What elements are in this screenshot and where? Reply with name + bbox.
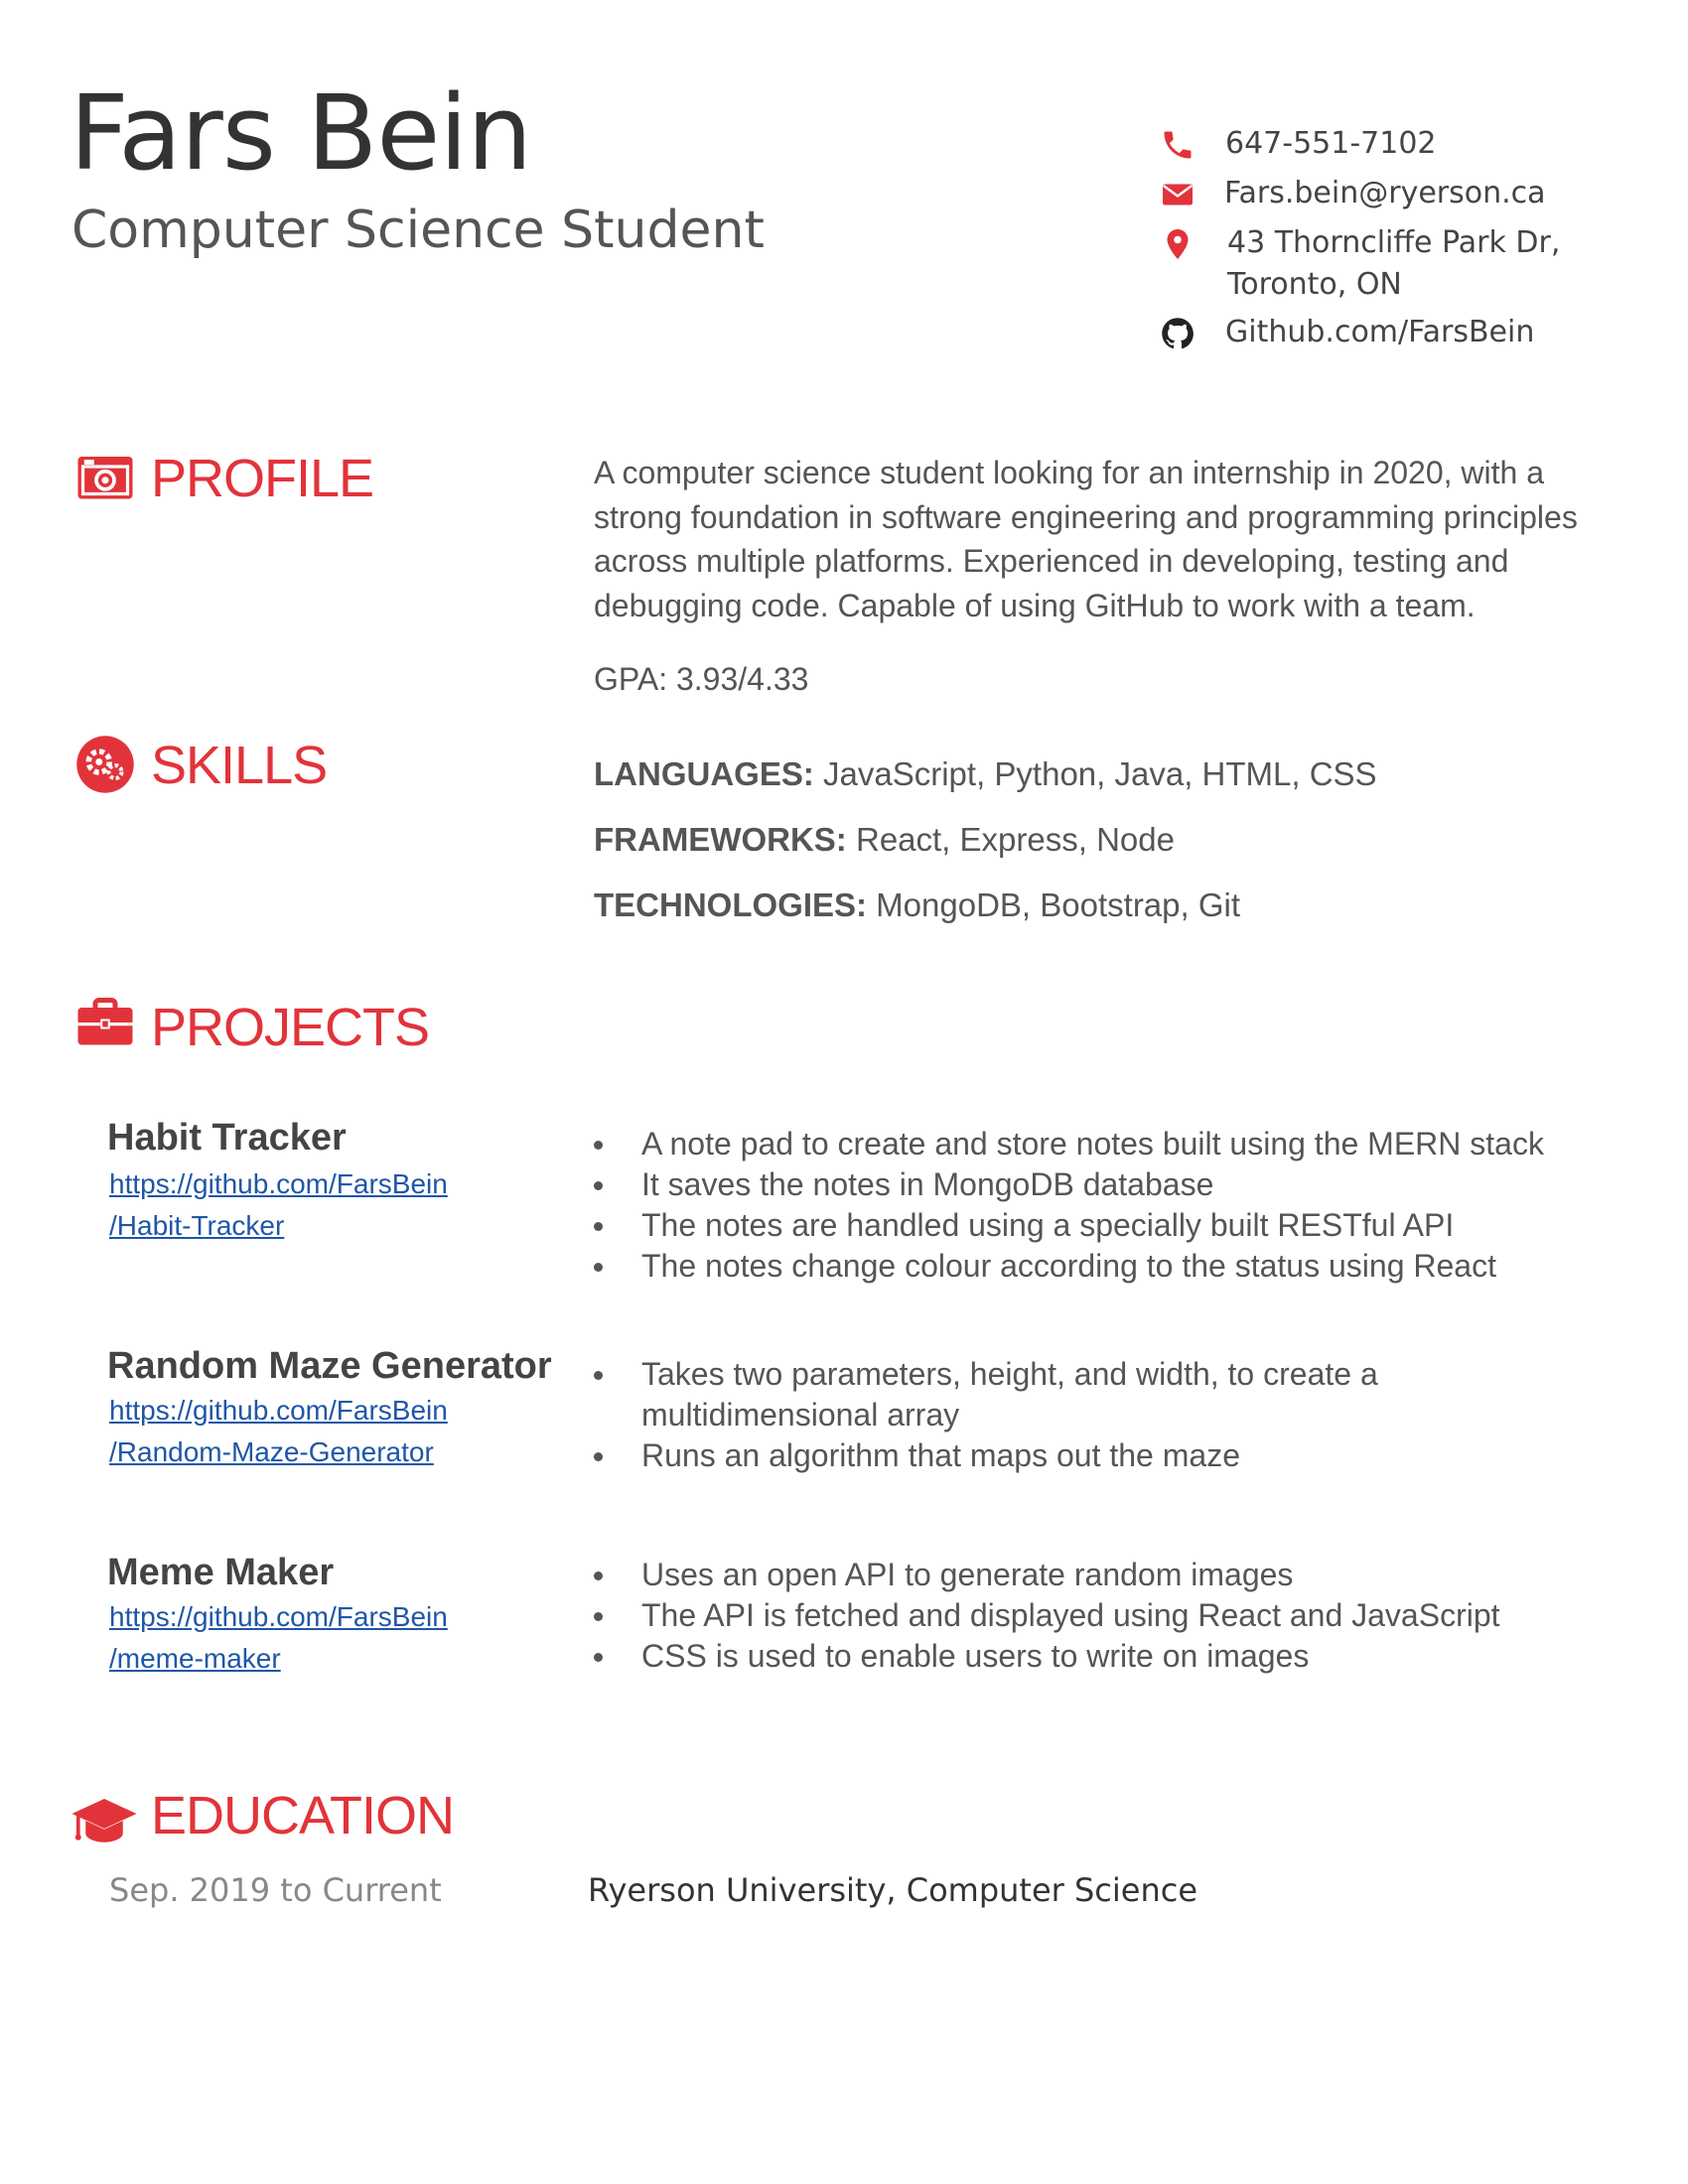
education-date: Sep. 2019 to Current [109, 1871, 442, 1909]
skills-heading: SKILLS [151, 736, 328, 795]
contact-github[interactable]: Github.com/FarsBein [1160, 312, 1656, 353]
skill-row-frameworks: FRAMEWORKS: React, Express, Node [594, 820, 1175, 860]
skill-value: React, Express, Node [846, 821, 1175, 858]
resume-subtitle: Computer Science Student [71, 201, 765, 260]
address-line2: Toronto, ON [1227, 267, 1402, 302]
project-link[interactable]: /Random-Maze-Generator [109, 1432, 434, 1473]
graduation-cap-icon [71, 1799, 137, 1843]
github-text[interactable]: Github.com/FarsBein [1225, 312, 1534, 353]
gpa-text: GPA: 3.93/4.33 [594, 661, 809, 697]
contact-phone: 647-551-7102 [1160, 123, 1656, 165]
contact-address: 43 Thorncliffe Park Dr, Toronto, ON [1160, 222, 1656, 306]
education-school: Ryerson University, Computer Science [588, 1871, 1198, 1909]
list-item: The notes are handled using a specially … [590, 1205, 1642, 1246]
camera-icon [77, 457, 133, 499]
project-link[interactable]: https://github.com/FarsBein [109, 1163, 448, 1205]
skill-row-languages: LANGUAGES: JavaScript, Python, Java, HTM… [594, 754, 1377, 794]
list-item: Takes two parameters, height, and width,… [590, 1354, 1483, 1435]
project-title: Meme Maker [107, 1552, 335, 1593]
list-item: The API is fetched and displayed using R… [590, 1595, 1642, 1636]
skill-value: JavaScript, Python, Java, HTML, CSS [813, 755, 1377, 792]
list-item: A note pad to create and store notes bui… [590, 1124, 1642, 1164]
resume-name: Fars Bein [70, 72, 532, 194]
map-pin-icon [1167, 229, 1189, 259]
skill-row-technologies: TECHNOLOGIES: MongoDB, Bootstrap, Git [594, 886, 1240, 925]
skill-label: TECHNOLOGIES: [594, 887, 868, 923]
list-item: It saves the notes in MongoDB database [590, 1164, 1642, 1205]
project-bullets: Takes two parameters, height, and width,… [590, 1354, 1483, 1476]
phone-icon [1164, 131, 1192, 159]
education-heading: EDUCATION [151, 1786, 455, 1845]
address-line1: 43 Thorncliffe Park Dr, [1227, 225, 1561, 260]
profile-summary: A computer science student looking for a… [594, 455, 1578, 623]
briefcase-icon [77, 998, 133, 1045]
skill-label: LANGUAGES: [594, 755, 814, 792]
projects-heading: PROJECTS [151, 998, 430, 1057]
project-link[interactable]: /Habit-Tracker [109, 1205, 284, 1247]
skill-value: MongoDB, Bootstrap, Git [867, 887, 1241, 923]
project-title: Habit Tracker [107, 1117, 347, 1159]
skill-label: FRAMEWORKS: [594, 821, 847, 858]
github-icon [1162, 318, 1194, 349]
list-item: CSS is used to enable users to write on … [590, 1636, 1642, 1677]
envelope-icon [1163, 184, 1193, 205]
list-item: Runs an algorithm that maps out the maze [590, 1435, 1483, 1476]
list-item: Uses an open API to generate random imag… [590, 1555, 1642, 1595]
gears-icon [76, 736, 134, 793]
project-link[interactable]: https://github.com/FarsBein [109, 1596, 448, 1638]
project-bullets: Uses an open API to generate random imag… [590, 1555, 1642, 1677]
profile-heading: PROFILE [151, 449, 374, 508]
project-link[interactable]: /meme-maker [109, 1638, 281, 1680]
list-item: The notes change colour according to the… [590, 1246, 1642, 1287]
contact-email[interactable]: Fars.bein@ryerson.ca [1160, 173, 1656, 214]
phone-text: 647-551-7102 [1225, 126, 1437, 161]
project-title: Random Maze Generator [107, 1345, 552, 1387]
project-bullets: A note pad to create and store notes bui… [590, 1124, 1642, 1287]
project-link[interactable]: https://github.com/FarsBein [109, 1390, 448, 1432]
email-text[interactable]: Fars.bein@ryerson.ca [1224, 173, 1546, 214]
